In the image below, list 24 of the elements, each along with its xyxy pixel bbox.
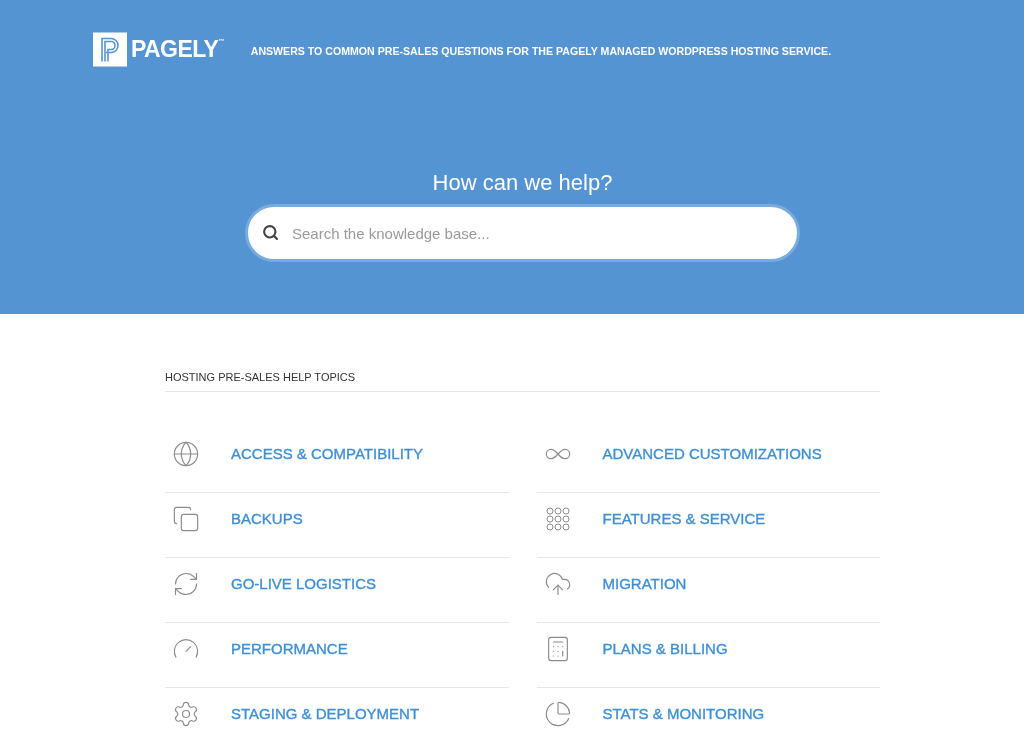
search-icon <box>262 224 279 241</box>
refresh-icon <box>172 570 200 598</box>
tagline: ANSWERS TO COMMON PRE-SALES QUESTIONS FOR THE PAGELY MANAGED WORDPRESS HOSTING SERVICE. <box>250 43 832 59</box>
gear-icon <box>172 700 200 728</box>
cloud-upload-icon <box>543 570 572 598</box>
topic-link[interactable]: MIGRATION <box>602 574 687 594</box>
topic-link[interactable]: PERFORMANCE <box>231 639 348 659</box>
search-field[interactable]: Search the knowledge base... <box>245 204 800 262</box>
overlapping-squares-icon <box>172 505 200 533</box>
globe-icon <box>172 440 200 468</box>
topic-link[interactable]: PLANS & BILLING <box>602 639 728 659</box>
help-title: How can we help? <box>432 169 613 197</box>
topic-link[interactable]: ADVANCED CUSTOMIZATIONS <box>602 444 822 464</box>
pie-chart-icon <box>543 700 572 728</box>
topic-link[interactable]: STAGING & DEPLOYMENT <box>231 704 420 724</box>
topic-link[interactable]: GO-LIVE LOGISTICS <box>231 574 377 594</box>
logo-icon <box>93 32 127 67</box>
logo-wordmark: PAGELY$^{™}$ <box>131 38 224 61</box>
topic-link[interactable]: ACCESS & COMPATIBILITY <box>231 444 423 464</box>
topic-link[interactable]: BACKUPS <box>231 509 303 529</box>
topic-link[interactable]: FEATURES & SERVICE <box>602 509 766 529</box>
topic-link[interactable]: STATS & MONITORING <box>602 704 765 724</box>
section-heading: HOSTING PRE-SALES HELP TOPICS <box>165 370 357 384</box>
dot-grid-icon <box>545 505 570 533</box>
